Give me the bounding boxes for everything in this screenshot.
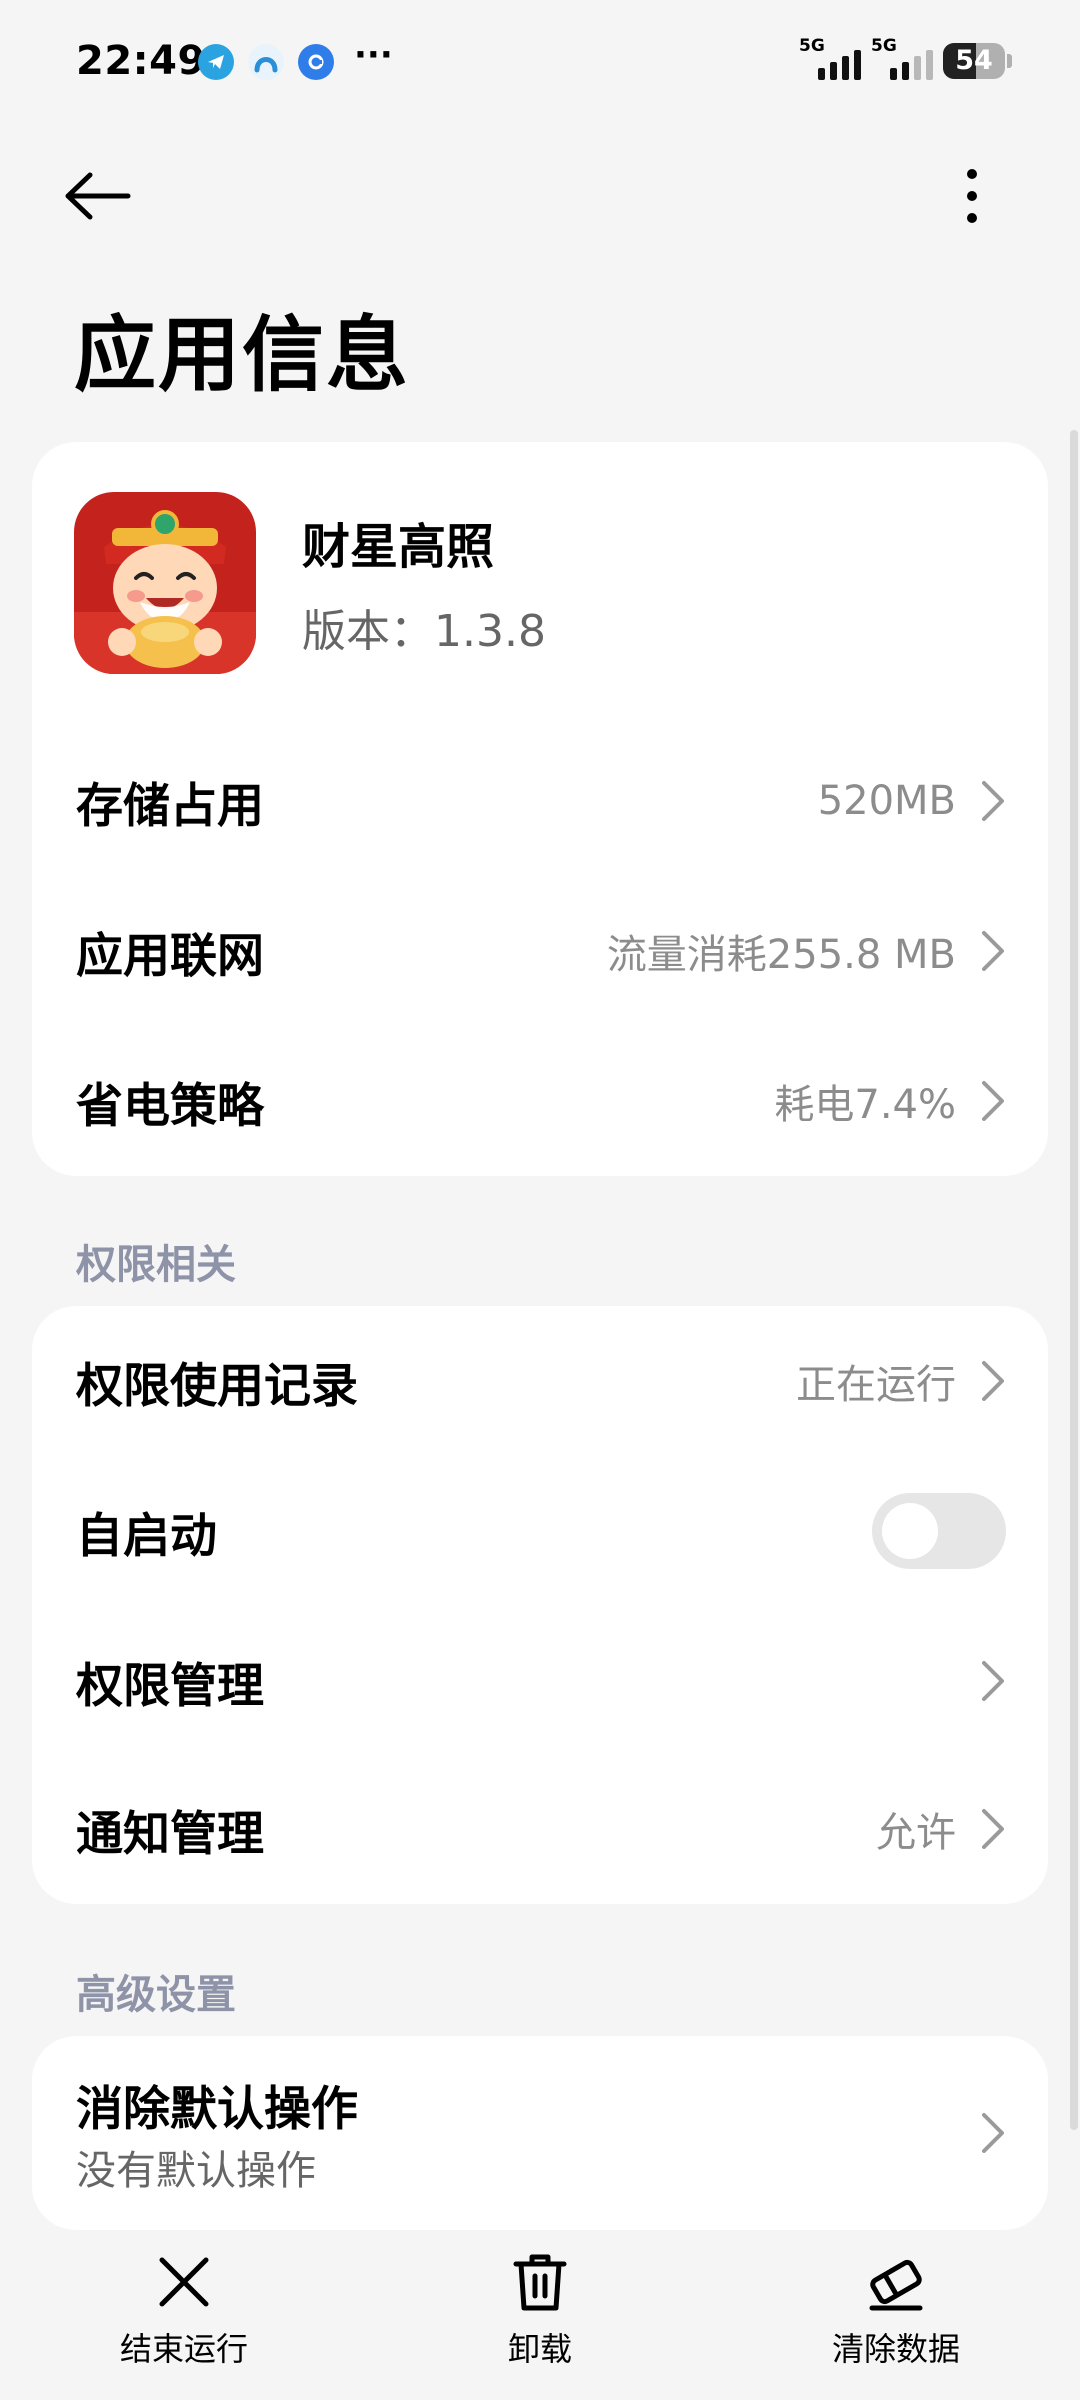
clear-data-label: 清除数据 [831,2330,960,2368]
clear-defaults-row[interactable]: 消除默认操作 没有默认操作 [32,2036,1048,2230]
row-value: 允许 [876,1810,956,1856]
clear-data-button[interactable]: 清除数据 [786,2250,1006,2370]
bottom-action-bar: 结束运行 卸载 清除数据 [0,2234,1080,2400]
app-info-page: 22:49 ··· 5G 5G 54 应用信息 财星高照 版本：1.3.8 存储… [0,0,1080,2400]
row-value: 520MB [817,778,956,824]
notification-management-row[interactable]: 通知管理 允许 [32,1754,1048,1904]
row-value: 耗电7.4% [774,1082,956,1128]
force-stop-button[interactable]: 结束运行 [74,2250,294,2370]
signal-icon-1: 5G [799,36,861,82]
row-label: 自启动 [76,1508,217,1564]
signal-icon-2: 5G [871,36,933,82]
row-value: 流量消耗255.8 MB [606,932,956,978]
row-value: 正在运行 [796,1362,956,1408]
chevron-right-icon [982,781,1004,821]
notification-icons: ··· [198,35,393,80]
chevron-right-icon [982,2113,1004,2153]
app-blue-icon [298,44,334,80]
advanced-section-title: 高级设置 [76,1972,236,2018]
app-summary-card: 财星高照 版本：1.3.8 存储占用 520MB 应用联网 流量消耗255.8 … [32,442,1048,1176]
page-title: 应用信息 [74,308,411,403]
row-label: 省电策略 [76,1078,264,1134]
more-notifications-icon: ··· [354,35,393,75]
autostart-row: 自启动 [32,1456,1048,1606]
app-header: 财星高照 版本：1.3.8 [74,492,546,674]
battery-level-text: 54 [955,45,993,76]
uninstall-label: 卸载 [507,2330,572,2368]
battery-icon: 54 [943,43,1012,79]
permissions-section-title: 权限相关 [76,1242,236,1288]
chevron-right-icon [982,931,1004,971]
toggle-knob [882,1503,938,1559]
chevron-right-icon [982,1809,1004,1849]
more-vertical-icon [967,169,977,223]
network-row[interactable]: 应用联网 流量消耗255.8 MB [32,876,1048,1026]
permission-management-row[interactable]: 权限管理 [32,1606,1048,1756]
battery-saver-row[interactable]: 省电策略 耗电7.4% [32,1026,1048,1176]
app-version: 版本：1.3.8 [302,606,546,657]
row-label: 应用联网 [76,928,264,984]
chevron-right-icon [982,1361,1004,1401]
row-label: 权限管理 [76,1658,264,1714]
permissions-card: 权限使用记录 正在运行 自启动 权限管理 通知管理 允许 [32,1306,1048,1904]
advanced-card: 消除默认操作 没有默认操作 [32,2036,1048,2230]
eraser-icon [869,2259,923,2311]
scrollbar[interactable] [1070,430,1078,2130]
row-label: 通知管理 [76,1806,264,1862]
status-indicators: 5G 5G 54 [799,36,1012,82]
app-icon [74,492,256,674]
chevron-right-icon [982,1661,1004,1701]
permission-history-row[interactable]: 权限使用记录 正在运行 [32,1306,1048,1456]
trash-icon [513,2254,567,2311]
row-label: 权限使用记录 [76,1358,358,1414]
arrow-left-icon [65,172,131,220]
status-time: 22:49 [76,38,206,84]
telegram-icon [198,44,234,80]
uninstall-button[interactable]: 卸载 [430,2250,650,2370]
more-options-button[interactable] [942,156,1002,236]
status-bar: 22:49 ··· 5G 5G 54 [0,0,1080,128]
force-stop-label: 结束运行 [119,2330,248,2368]
app-arc-icon [248,44,284,80]
app-meta: 财星高照 版本：1.3.8 [302,507,546,659]
row-label: 消除默认操作 [76,2082,358,2137]
app-name: 财星高照 [302,519,495,575]
row-subtitle: 没有默认操作 [76,2148,316,2194]
row-label: 存储占用 [76,778,264,834]
storage-row[interactable]: 存储占用 520MB [32,726,1048,876]
close-icon [159,2257,209,2307]
back-button[interactable] [62,156,152,236]
autostart-toggle[interactable] [872,1493,1006,1569]
chevron-right-icon [982,1081,1004,1121]
